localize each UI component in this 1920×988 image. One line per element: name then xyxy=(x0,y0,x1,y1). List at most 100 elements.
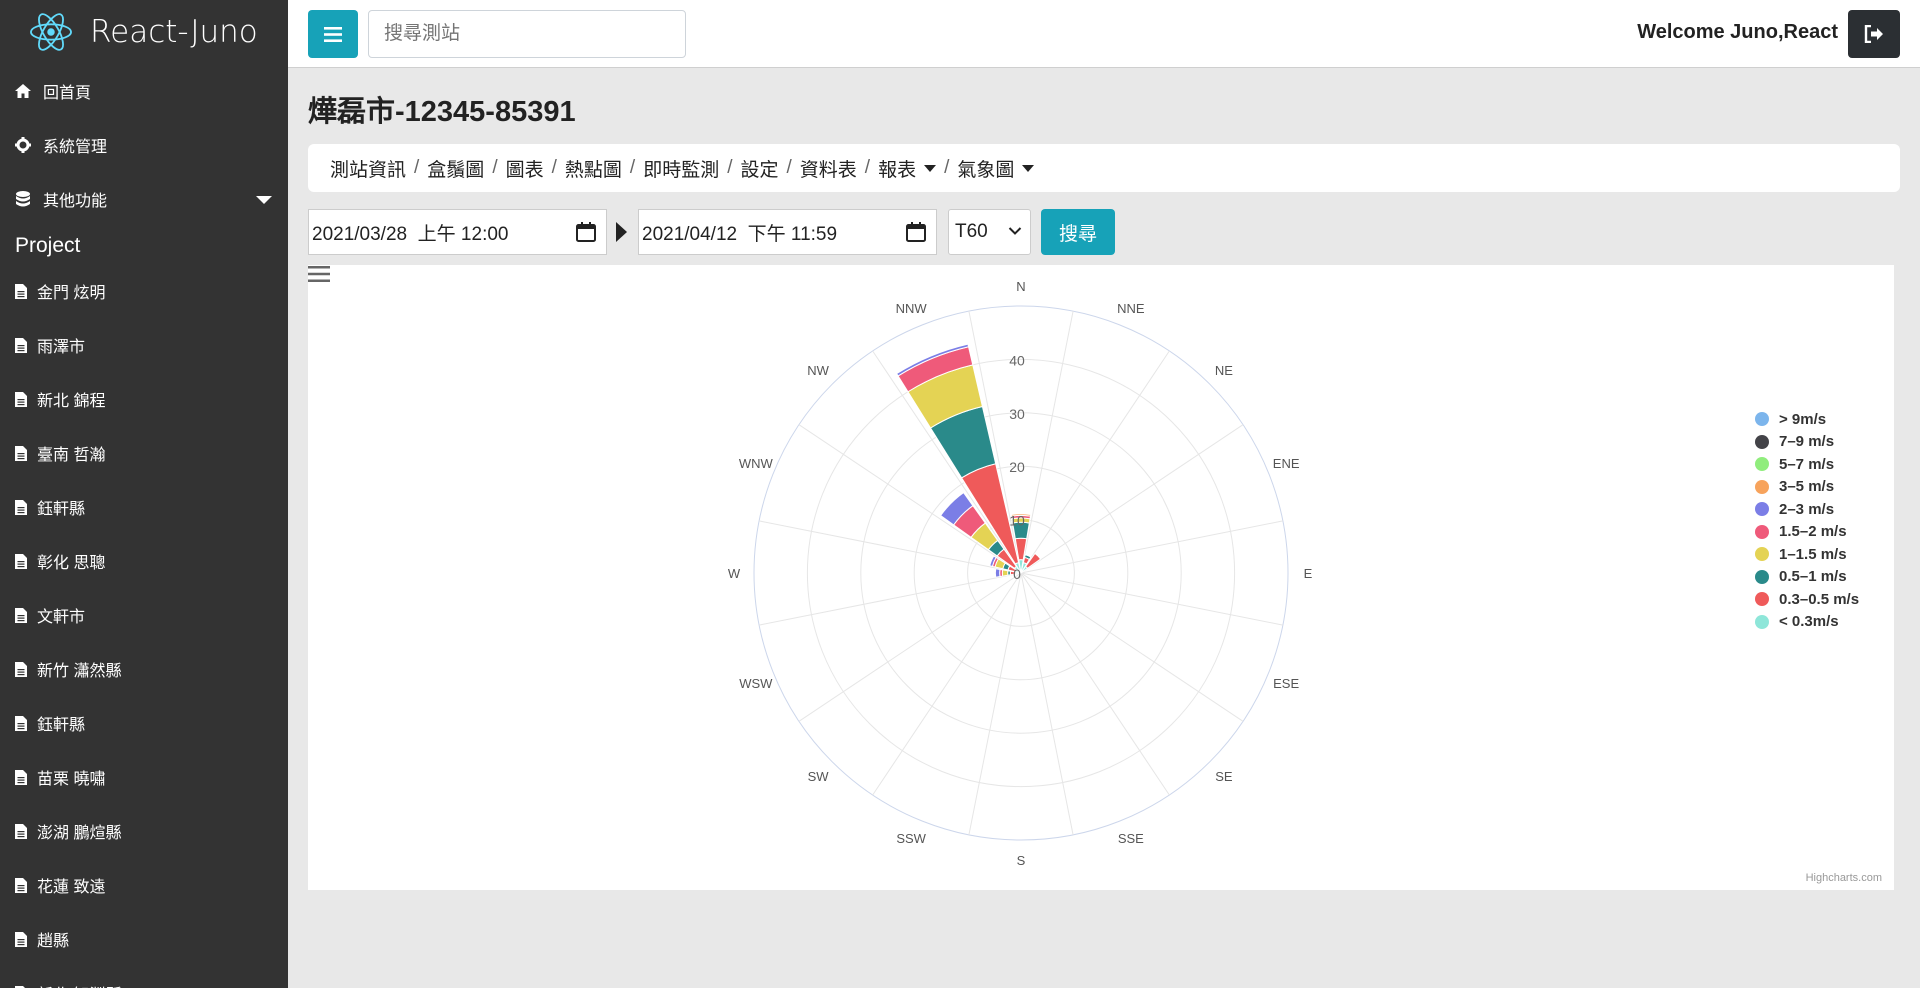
breadcrumb-separator: / xyxy=(786,157,792,178)
legend-label: > 9m/s xyxy=(1779,410,1827,428)
tab-reports-dropdown[interactable]: 報表 xyxy=(878,155,937,182)
sidebar-project-item[interactable]: 鈺軒縣 xyxy=(0,480,288,534)
legend-item[interactable]: 5–7 m/s xyxy=(1755,453,1859,476)
direction-label: W xyxy=(728,566,741,581)
sidebar-project-item[interactable]: 澎湖 鵬煊縣 xyxy=(0,804,288,858)
breadcrumb-separator: / xyxy=(551,157,557,178)
tab-station-info[interactable]: 測站資訊 xyxy=(330,155,406,182)
breadcrumb-separator: / xyxy=(944,157,950,178)
legend-item[interactable]: 0.3–0.5 m/s xyxy=(1755,588,1859,611)
direction-label: NNW xyxy=(896,301,928,316)
station-nav: 測站資訊 / 盒鬚圖 / 圖表 / 熱點圖 / 即時監測 / 設定 / 資料表 … xyxy=(308,144,1900,192)
direction-label: NE xyxy=(1215,363,1233,378)
legend-label: 0.3–0.5 m/s xyxy=(1779,590,1860,608)
legend-marker xyxy=(1755,502,1769,517)
file-icon xyxy=(15,553,27,569)
start-datetime-input[interactable]: 2021/03/28 上午 12:00 xyxy=(308,209,607,255)
sidebar-project-item[interactable]: 金門 炫明 xyxy=(0,264,288,318)
sidebar-project-item[interactable]: 文軒市 xyxy=(0,588,288,642)
app-name: React-Juno xyxy=(90,14,258,50)
windrose-chart: 0 10 20 30 40 N NNE NE ENE E ESE SE SSE S SSW SW WSW W WNW… xyxy=(308,265,1894,890)
tab-settings[interactable]: 設定 xyxy=(740,155,778,182)
end-datetime-input[interactable]: 2021/04/12 下午 11:59 xyxy=(638,209,937,255)
menu-toggle-button[interactable] xyxy=(308,10,358,58)
tab-boxplot[interactable]: 盒鬚圖 xyxy=(427,155,484,182)
tab-data-table[interactable]: 資料表 xyxy=(800,155,857,182)
tab-charts[interactable]: 圖表 xyxy=(506,155,544,182)
sidebar-project-label: 花蓮 致遠 xyxy=(37,879,106,896)
direction-label: N xyxy=(1016,279,1025,294)
legend-marker xyxy=(1755,592,1769,607)
calendar-icon[interactable] xyxy=(906,222,926,242)
legend-label: 7–9 m/s xyxy=(1779,433,1835,451)
wind-bar-segment[interactable] xyxy=(1001,569,1009,577)
tab-weather-dropdown[interactable]: 氣象圖 xyxy=(957,155,1035,182)
legend-marker xyxy=(1755,457,1769,472)
sidebar-project-item[interactable]: 新北 智淵縣 xyxy=(0,966,288,988)
sidebar-project-item[interactable]: 趙縣 xyxy=(0,912,288,966)
file-icon xyxy=(15,931,27,947)
brand[interactable]: React-Juno xyxy=(0,0,288,64)
sidebar-item-other[interactable]: 其他功能 xyxy=(0,172,288,226)
welcome-text: Welcome Juno,React xyxy=(1637,21,1838,43)
direction-label: ENE xyxy=(1273,456,1300,471)
interval-select[interactable]: T60 xyxy=(948,209,1031,255)
legend-label: 2–3 m/s xyxy=(1779,500,1835,518)
hamburger-icon xyxy=(324,26,342,42)
wind-bar-segment[interactable] xyxy=(994,568,1001,578)
range-arrow-icon xyxy=(616,222,627,242)
sidebar-item-label: 回首頁 xyxy=(43,85,92,102)
direction-label: ESE xyxy=(1273,676,1299,691)
logout-button[interactable] xyxy=(1848,10,1900,58)
sidebar-item-system[interactable]: 系統管理 xyxy=(0,118,288,172)
direction-label: WSW xyxy=(739,676,773,691)
legend-item[interactable]: 2–3 m/s xyxy=(1755,498,1859,521)
direction-label: SE xyxy=(1215,769,1233,784)
calendar-icon[interactable] xyxy=(576,222,596,242)
sidebar-item-home[interactable]: 回首頁 xyxy=(0,64,288,118)
chart-menu-icon[interactable] xyxy=(308,265,330,283)
legend-item[interactable]: 1–1.5 m/s xyxy=(1755,543,1859,566)
sidebar-project-item[interactable]: 雨澤市 xyxy=(0,318,288,372)
sidebar-project-label: 文軒市 xyxy=(37,609,86,626)
direction-label: SW xyxy=(808,769,830,784)
end-datetime-value: 2021/04/12 下午 11:59 xyxy=(642,223,838,245)
direction-label: SSW xyxy=(896,831,926,846)
sidebar-project-item[interactable]: 新北 錦程 xyxy=(0,372,288,426)
sidebar-project-item[interactable]: 鈺軒縣 xyxy=(0,696,288,750)
file-icon xyxy=(15,283,27,299)
sidebar-project-label: 鈺軒縣 xyxy=(37,717,86,734)
tab-weather-label: 氣象圖 xyxy=(957,159,1015,181)
chevron-down-icon xyxy=(256,196,272,204)
sign-out-icon xyxy=(1864,25,1883,43)
sidebar-project-item[interactable]: 新竹 瀟然縣 xyxy=(0,642,288,696)
search-button[interactable]: 搜尋 xyxy=(1041,209,1115,255)
breadcrumb-separator: / xyxy=(629,157,636,178)
legend-item[interactable]: 1.5–2 m/s xyxy=(1755,521,1859,544)
legend-item[interactable]: > 9m/s xyxy=(1755,408,1859,431)
tab-heatmap[interactable]: 熱點圖 xyxy=(565,155,622,182)
sidebar-project-item[interactable]: 苗栗 曉嘯 xyxy=(0,750,288,804)
station-search-input[interactable] xyxy=(368,10,686,58)
chevron-down-icon xyxy=(1008,227,1022,235)
file-icon xyxy=(15,499,27,515)
chart-credits[interactable]: Highcharts.com xyxy=(1806,872,1882,884)
database-icon xyxy=(15,191,31,207)
legend-item[interactable]: 3–5 m/s xyxy=(1755,476,1859,499)
legend-marker xyxy=(1755,434,1769,449)
direction-label: E xyxy=(1304,566,1313,581)
legend-item[interactable]: 7–9 m/s xyxy=(1755,431,1859,454)
legend-label: 1–1.5 m/s xyxy=(1779,545,1847,563)
sidebar-project-item[interactable]: 彰化 思聰 xyxy=(0,534,288,588)
react-logo-icon xyxy=(30,13,72,51)
sidebar-item-label: 其他功能 xyxy=(43,193,108,210)
legend-item[interactable]: < 0.3m/s xyxy=(1755,611,1859,634)
sidebar-project-item[interactable]: 臺南 哲瀚 xyxy=(0,426,288,480)
legend-marker xyxy=(1755,614,1769,629)
sidebar-project-item[interactable]: 花蓮 致遠 xyxy=(0,858,288,912)
file-icon xyxy=(15,445,27,461)
tab-realtime[interactable]: 即時監測 xyxy=(643,155,719,182)
sidebar-project-label: 臺南 哲瀚 xyxy=(37,447,106,464)
sidebar-project-label: 金門 炫明 xyxy=(37,285,106,302)
legend-item[interactable]: 0.5–1 m/s xyxy=(1755,566,1859,589)
